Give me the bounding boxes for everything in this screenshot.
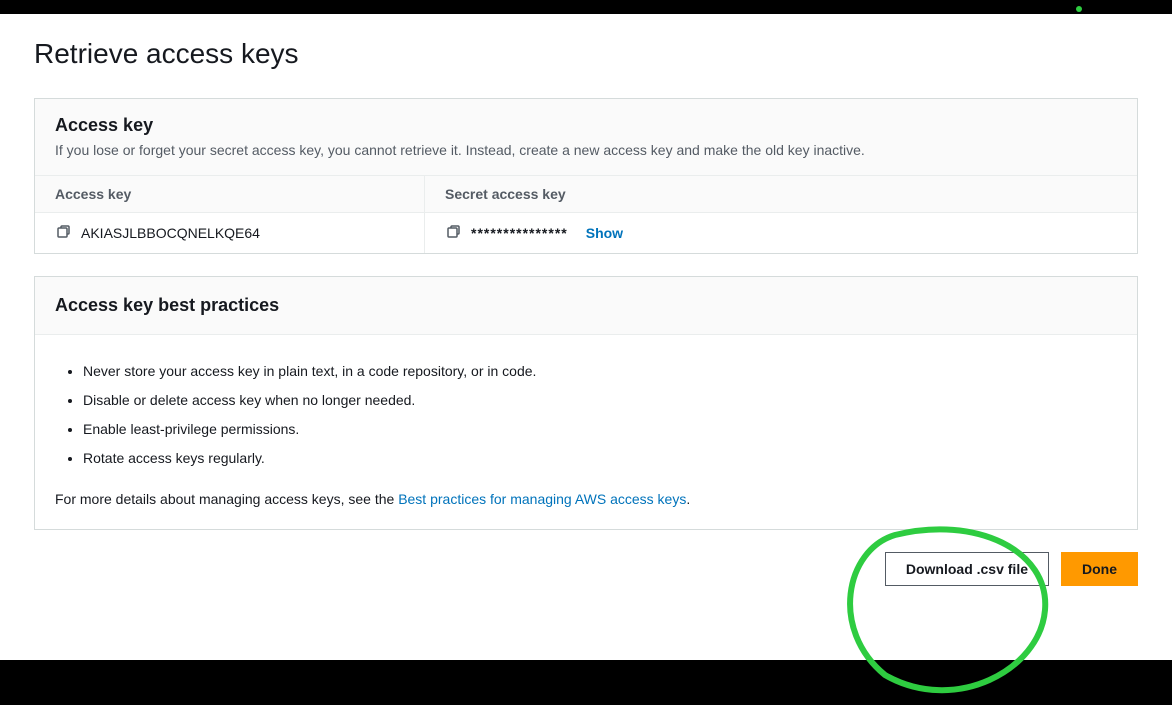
- secret-key-masked: ***************: [471, 225, 568, 241]
- access-key-panel: Access key If you lose or forget your se…: [34, 98, 1138, 254]
- show-secret-link[interactable]: Show: [586, 225, 623, 241]
- copy-icon[interactable]: [445, 225, 461, 241]
- status-dot-icon: [1076, 6, 1082, 12]
- bottom-bar: [0, 660, 1172, 699]
- more-details-text: For more details about managing access k…: [55, 491, 1117, 507]
- done-button[interactable]: Done: [1061, 552, 1138, 586]
- top-bar: [0, 0, 1172, 14]
- copy-icon[interactable]: [55, 225, 71, 241]
- access-key-table-header: Access key Secret access key: [35, 176, 1137, 213]
- access-key-cell: AKIASJLBBOCQNELKQE64: [35, 213, 425, 253]
- list-item: Never store your access key in plain tex…: [83, 357, 1117, 386]
- best-practices-header: Access key best practices: [35, 277, 1137, 335]
- best-practices-link[interactable]: Best practices for managing AWS access k…: [398, 491, 686, 507]
- access-key-panel-title: Access key: [55, 115, 1117, 136]
- best-practices-list: Never store your access key in plain tex…: [55, 357, 1117, 473]
- access-key-panel-header: Access key If you lose or forget your se…: [35, 99, 1137, 176]
- more-details-prefix: For more details about managing access k…: [55, 491, 398, 507]
- best-practices-title: Access key best practices: [55, 295, 1117, 316]
- access-key-table-row: AKIASJLBBOCQNELKQE64 *************** Sho…: [35, 213, 1137, 253]
- access-key-panel-description: If you lose or forget your secret access…: [55, 140, 1117, 161]
- list-item: Disable or delete access key when no lon…: [83, 386, 1117, 415]
- secret-key-cell: *************** Show: [425, 213, 1137, 253]
- list-item: Enable least-privilege permissions.: [83, 415, 1117, 444]
- more-details-suffix: .: [686, 491, 690, 507]
- download-csv-button[interactable]: Download .csv file: [885, 552, 1049, 586]
- action-row: Download .csv file Done: [34, 552, 1138, 586]
- column-header-secret-key: Secret access key: [425, 176, 1137, 212]
- list-item: Rotate access keys regularly.: [83, 444, 1117, 473]
- column-header-access-key: Access key: [35, 176, 425, 212]
- main-content: Retrieve access keys Access key If you l…: [0, 14, 1172, 660]
- best-practices-body: Never store your access key in plain tex…: [35, 335, 1137, 529]
- page-title: Retrieve access keys: [34, 38, 1138, 70]
- access-key-value: AKIASJLBBOCQNELKQE64: [81, 225, 260, 241]
- best-practices-panel: Access key best practices Never store yo…: [34, 276, 1138, 530]
